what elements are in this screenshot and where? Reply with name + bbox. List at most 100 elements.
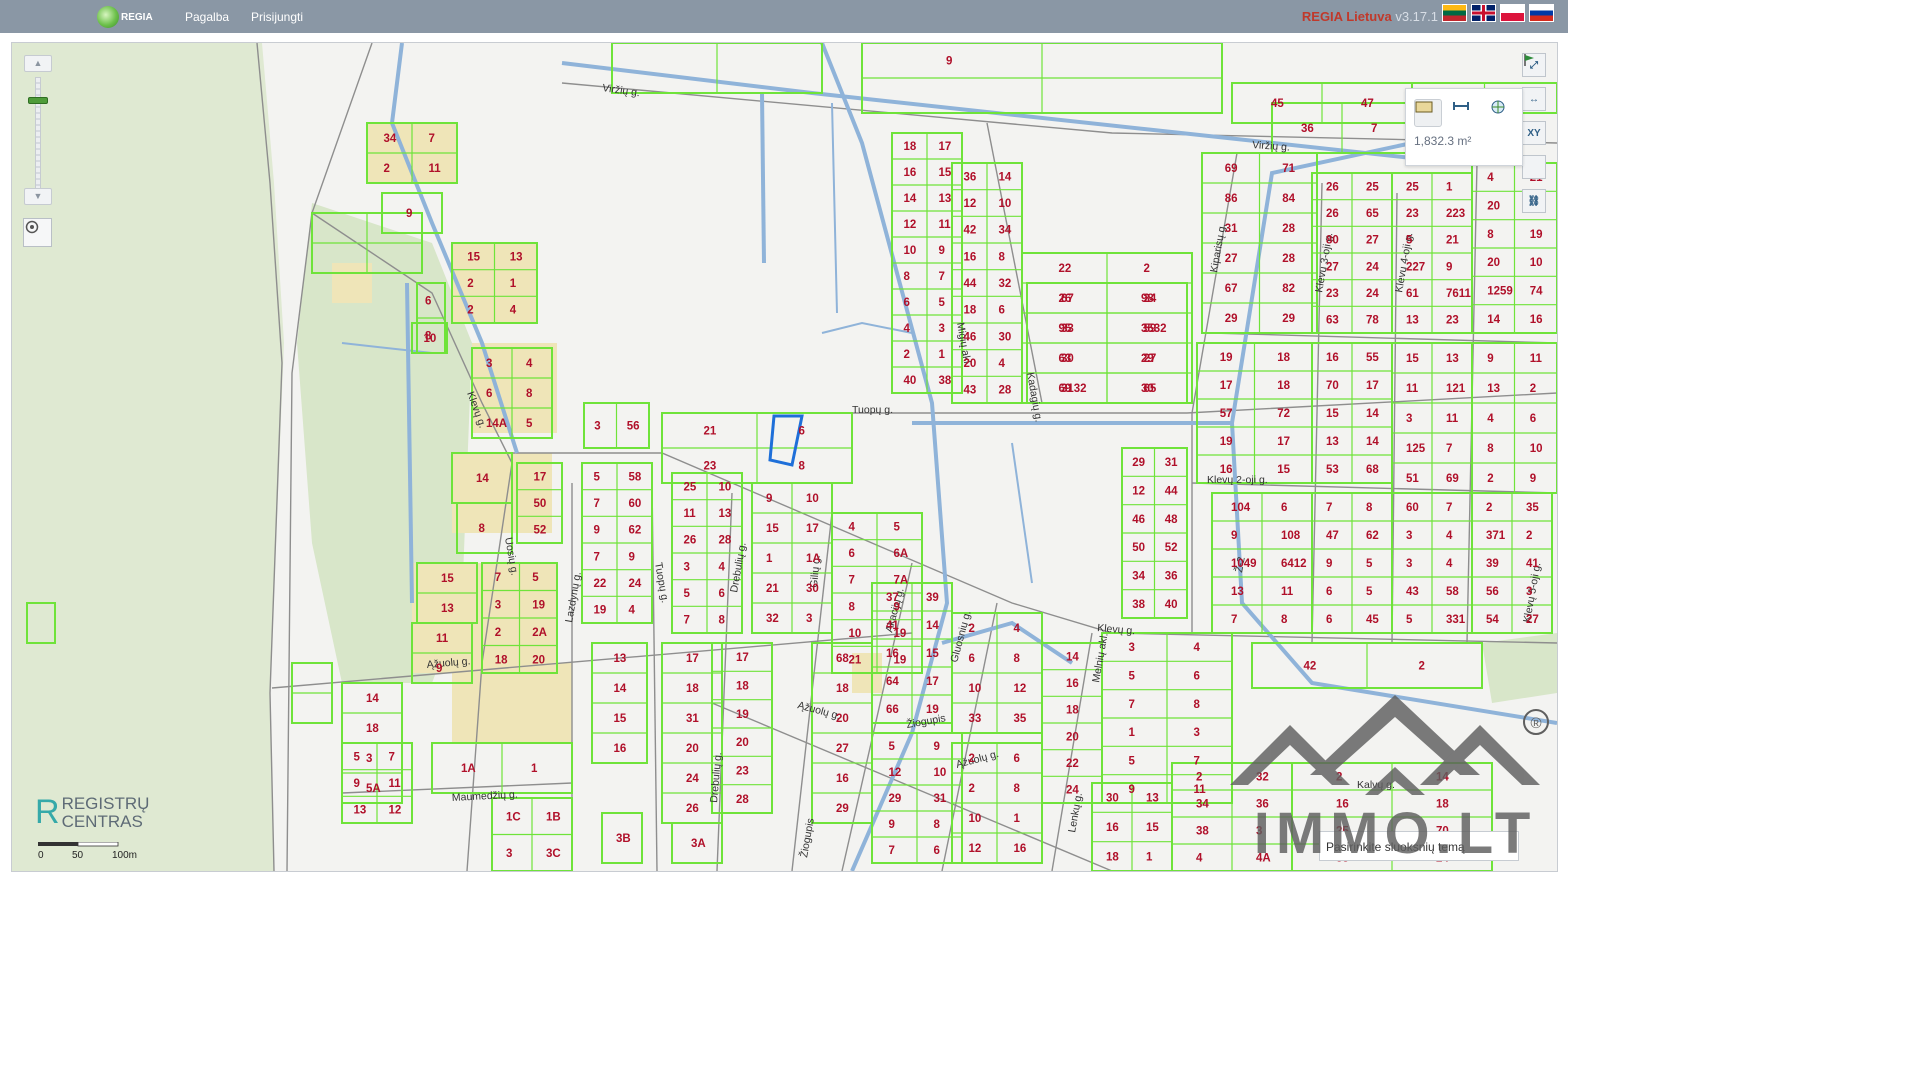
lot-number: 9 [934,741,940,753]
lot-number: 1 [939,349,946,361]
zoom-control: ▲ ▼ [24,55,52,207]
lot-number: 43 [1406,586,1419,598]
lot-number: 29 [1141,353,1154,365]
zoom-slider-handle[interactable] [28,97,48,104]
lot-number: 33 [1061,323,1074,335]
lot-number: 5 [532,572,539,584]
lot-number: 21 [849,655,862,667]
lot-number: 10 [1530,443,1543,455]
lot-number: 46 [1132,514,1145,526]
lot-number: 3 [1406,413,1412,425]
point-measure-tool[interactable] [1490,99,1518,127]
lot-number: 38 [1132,599,1145,611]
scale-label-50: 50 [72,850,84,861]
lot-number: 6 [486,388,492,400]
lot-number: 7 [684,615,690,627]
lot-number: 7 [594,551,600,563]
lot-number: 7 [939,271,945,283]
lot-number: 15 [926,648,939,660]
lot-number: 36 [1301,123,1314,135]
russian-flag[interactable] [1529,4,1554,22]
lot-number: 2 [969,783,975,795]
lot-number: 24 [1066,785,1079,797]
lot-number: 62 [629,525,642,537]
area-measure-tool[interactable] [1414,99,1442,127]
lot-number: 1 [1146,851,1153,863]
lot-number: 8 [1281,614,1288,626]
lot-number: 20 [1487,201,1500,213]
lot-number: 7A [894,575,909,587]
zoom-out-button[interactable]: ▼ [24,188,52,205]
lot-number: 16 [614,743,627,755]
lithuanian-flag[interactable] [1442,4,1467,22]
nav-login-link[interactable]: Prisijungti [251,10,303,24]
lot-number: 27 [1225,253,1238,265]
distance-measure-tool[interactable] [1452,99,1480,127]
zoom-in-button[interactable]: ▲ [24,55,52,72]
lot-number: 27 [1326,261,1339,273]
lot-number: 20 [1487,257,1500,269]
lot-number: 10 [969,683,982,695]
lot-number: 3C [546,848,561,860]
lot-number: 4 [1487,172,1494,184]
link-button[interactable]: ⛓ [1522,189,1546,213]
lot-number: 3A [691,838,706,850]
flag-button[interactable] [1522,54,1546,179]
immo-watermark-text: IMMO.LT [1253,801,1537,866]
lot-number: 3532 [1141,323,1167,335]
lot-number: 45 [1366,614,1379,626]
lot-number: 11 [1281,586,1294,598]
lot-number: 8 [999,251,1006,263]
lot-number: 8 [1014,783,1021,795]
english-flag[interactable] [1471,4,1496,22]
measure-button[interactable]: ↔ [1522,87,1546,111]
lot-number: 11 [389,778,402,790]
scale-bar-graphic: 0 50 100m [38,842,137,861]
polish-flag[interactable] [1500,4,1525,22]
lot-number: 4 [629,605,636,617]
regia-logo[interactable]: REGIA [97,5,153,29]
lot-number: 26 [1326,181,1339,193]
lot-number: 23 [736,766,749,778]
lot-number: 13 [1446,353,1459,365]
lot-number: 17 [1366,380,1379,392]
lot-number: 17 [1220,380,1233,392]
lot-number: 5 [889,741,896,753]
lot-number: 41 [1526,558,1539,570]
nav-help-link[interactable]: Pagalba [185,10,229,24]
lot-number: 3 [486,358,492,370]
lot-number: 58 [1446,586,1459,598]
lot-number: 11 [429,163,442,175]
lot-number: 5 [939,297,946,309]
lot-number: 4 [1446,530,1453,542]
lot-number: 7 [1446,443,1452,455]
lot-number: 15 [467,251,480,263]
lot-number: 7 [495,572,501,584]
lot-number: 17 [939,141,952,153]
lot-number: 4 [1014,623,1021,635]
zoom-slider-track[interactable] [35,77,41,189]
lot-number: 26 [1326,208,1339,220]
lot-number: 31 [934,793,947,805]
lot-number: 21 [1446,235,1459,247]
lot-number: 2 [495,627,501,639]
lot-number: 13 [1231,586,1244,598]
lot-number: 13 [1146,793,1159,805]
locate-button[interactable] [23,218,52,247]
lot-number: 10 [424,333,437,345]
measure-icon: ↔ [1529,93,1539,105]
lot-number: 4 [999,358,1006,370]
lot-number: 24 [1366,261,1379,273]
lot-number: 14 [926,620,939,632]
lot-number: 24 [1366,288,1379,300]
lot-number: 11 [939,219,952,231]
lot-number: 31 [1165,457,1178,469]
lot-number: 16 [1530,314,1543,326]
lot-number: 6A [894,548,909,560]
lot-number: 36 [1165,571,1178,583]
lot-number: 6 [969,653,975,665]
lot-number: 15 [1146,822,1159,834]
lot-number: 26 [684,535,697,547]
xy-coordinates-button[interactable]: XY [1522,121,1546,145]
lot-number: 7 [389,751,395,763]
